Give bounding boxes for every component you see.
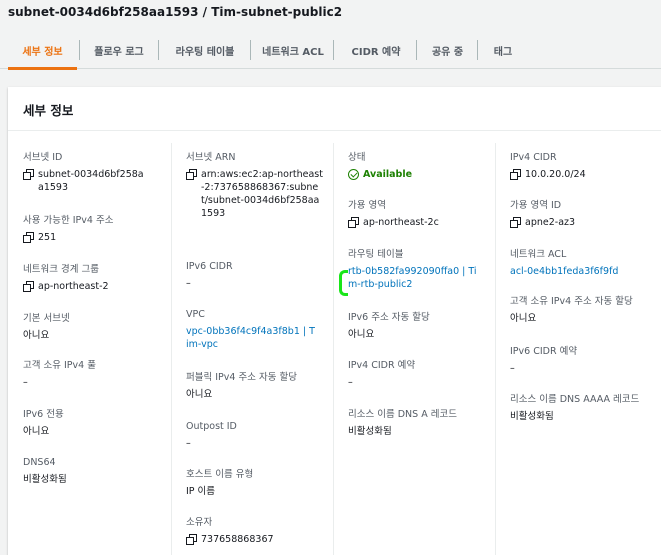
field-dns64: DNS64 비활성화됨 — [23, 456, 168, 486]
field-ipv4-cidr-reservation: IPv4 CIDR 예약 – — [348, 359, 493, 389]
check-circle-icon — [348, 169, 359, 180]
default-subnet-value: 아니요 — [23, 330, 50, 341]
field-route-table: 라우팅 테이블 rtb-0b582fa992090ffa0 | Tim-rtb-… — [348, 248, 493, 291]
field-network-border-group: 네트워크 경계 그룹 ap-northeast-2 — [23, 264, 109, 292]
field-outpost-id: Outpost ID – — [186, 420, 326, 450]
auto-assign-customer-ipv4-value: 아니요 — [510, 313, 537, 324]
route-table-link[interactable]: rtb-0b582fa992090ffa0 | Tim-rtb-public2 — [348, 265, 483, 291]
subnet-id-value: subnet-0034d6bf258aa1593 — [38, 169, 144, 193]
network-acl-link[interactable]: acl-0e4bb1feda3f6f9fd — [510, 265, 655, 278]
field-auto-assign-ipv6: IPv6 주소 자동 할당 아니요 — [348, 311, 493, 341]
field-az-id: 가용 영역 ID apne2-az3 — [510, 200, 576, 228]
availability-zone-value: ap-northeast-2c — [363, 217, 439, 228]
field-resource-dns-a: 리소스 이름 DNS A 레코드 비활성화됨 — [348, 408, 493, 438]
field-ipv6-only: IPv6 전용 아니요 — [23, 408, 168, 438]
available-ipv4-value: 251 — [38, 232, 57, 243]
resource-dns-a-value: 비활성화됨 — [348, 426, 392, 437]
field-owner: 소유자 737658868367 — [186, 517, 274, 545]
network-border-group-value: ap-northeast-2 — [38, 281, 109, 292]
field-available-ipv4: 사용 가능한 IPv4 주소 251 — [23, 215, 114, 243]
tab-route-table[interactable]: 라우팅 테이블 — [162, 31, 248, 69]
ipv4-cidr-reservation-value: – — [348, 377, 353, 388]
field-subnet-id: 서브넷 ID subnet-0034d6bf258aa1593 — [23, 151, 168, 194]
copy-icon[interactable] — [23, 169, 34, 180]
field-vpc: VPC vpc-0bb36f4c9f4a3f8b1 | Tim-vpc — [186, 309, 316, 351]
tab-cidr-reservation[interactable]: CIDR 예약 — [337, 31, 415, 69]
details-panel: 세부 정보 서브넷 ID subnet-0034d6bf258aa1593 사용… — [8, 87, 661, 555]
column-4: IPv4 CIDR 10.0.20.0/24 가용 영역 ID apne2-az… — [510, 143, 655, 555]
copy-icon[interactable] — [510, 217, 521, 228]
column-1: 서브넷 ID subnet-0034d6bf258aa1593 사용 가능한 I… — [23, 143, 168, 555]
owner-value: 737658868367 — [201, 534, 274, 545]
az-id-value: apne2-az3 — [525, 217, 576, 228]
field-hostname-type: 호스트 이름 유형 IP 이름 — [186, 468, 326, 498]
copy-icon[interactable] — [348, 217, 359, 228]
field-ipv6-cidr: IPv6 CIDR – — [186, 260, 326, 290]
tab-details[interactable]: 세부 정보 — [8, 31, 77, 70]
panel-title: 세부 정보 — [23, 103, 74, 118]
copy-icon[interactable] — [23, 232, 34, 243]
field-auto-assign-public-ipv4: 퍼블릭 IPv4 주소 자동 할당 아니요 — [186, 371, 326, 401]
annotation-highlight-mark — [339, 270, 348, 296]
tab-flow-logs[interactable]: 플로우 로그 — [83, 31, 155, 69]
field-ipv6-cidr-reservation: IPv6 CIDR 예약 – — [510, 345, 655, 375]
ipv6-only-value: 아니요 — [23, 426, 50, 437]
dns64-value: 비활성화됨 — [23, 474, 67, 485]
hostname-type-value: IP 이름 — [186, 486, 216, 497]
field-state: 상태 Available — [348, 151, 493, 181]
tab-bar: 세부 정보 플로우 로그 라우팅 테이블 네트워크 ACL CIDR 예약 공유… — [0, 31, 661, 70]
field-customer-owned-pool: 고객 소유 IPv4 풀 – — [23, 359, 168, 389]
auto-assign-ipv6-value: 아니요 — [348, 329, 375, 340]
copy-icon[interactable] — [186, 534, 197, 545]
copy-icon[interactable] — [23, 281, 34, 292]
field-resource-dns-aaaa: 리소스 이름 DNS AAAA 레코드 비활성화됨 — [510, 393, 645, 423]
customer-owned-pool-value: – — [23, 377, 28, 388]
ipv6-cidr-reservation-value: – — [510, 363, 515, 374]
field-availability-zone: 가용 영역 ap-northeast-2c — [348, 200, 439, 228]
tab-sharing[interactable]: 공유 중 — [420, 31, 475, 69]
tab-tags[interactable]: 태그 — [481, 31, 525, 69]
vpc-link[interactable]: vpc-0bb36f4c9f4a3f8b1 | Tim-vpc — [186, 325, 316, 351]
status-badge: Available — [348, 168, 493, 181]
column-3: 상태 Available 가용 영역 ap-northeast-2c 라우팅 테… — [348, 143, 493, 555]
resource-dns-aaaa-value: 비활성화됨 — [510, 411, 554, 422]
field-auto-assign-customer-ipv4: 고객 소유 IPv4 주소 자동 할당 아니요 — [510, 295, 655, 325]
page-title: subnet-0034d6bf258aa1593 / Tim-subnet-pu… — [8, 5, 343, 19]
field-default-subnet: 기본 서브넷 아니요 — [23, 312, 168, 342]
tab-network-acl[interactable]: 네트워크 ACL — [254, 31, 332, 69]
subnet-arn-value: arn:aws:ec2:ap-northeast-2:737658868367:… — [201, 169, 323, 219]
copy-icon[interactable] — [186, 169, 197, 180]
field-subnet-arn: 서브넷 ARN arn:aws:ec2:ap-northeast-2:73765… — [186, 151, 326, 220]
panel-header: 세부 정보 — [8, 87, 661, 131]
field-ipv4-cidr: IPv4 CIDR 10.0.20.0/24 — [510, 152, 586, 180]
outpost-id-value: – — [186, 438, 191, 449]
auto-assign-public-ipv4-value: 아니요 — [186, 389, 213, 400]
ipv4-cidr-value: 10.0.20.0/24 — [525, 169, 586, 180]
column-2: 서브넷 ARN arn:aws:ec2:ap-northeast-2:73765… — [186, 143, 326, 555]
ipv6-cidr-value: – — [186, 278, 191, 289]
copy-icon[interactable] — [510, 169, 521, 180]
field-network-acl: 네트워크 ACL acl-0e4bb1feda3f6f9fd — [510, 248, 655, 278]
